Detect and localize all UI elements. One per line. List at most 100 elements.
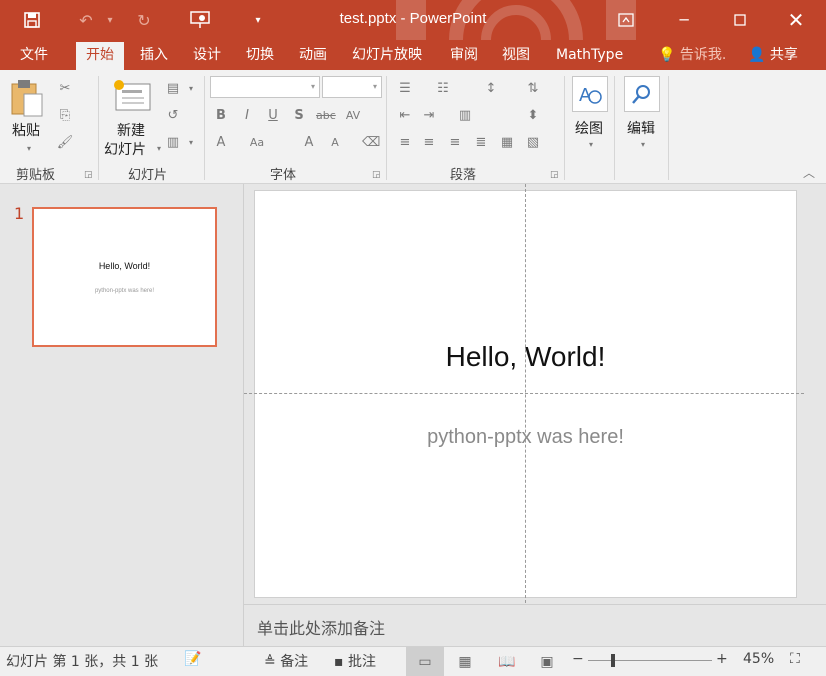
- tab-design[interactable]: 设计: [183, 40, 231, 70]
- thumbnail-title: Hello, World!: [98, 261, 151, 271]
- character-spacing-icon[interactable]: AV: [344, 107, 362, 125]
- comments-button[interactable]: ▪ 批注: [334, 651, 376, 671]
- new-slide-label-1[interactable]: 新建: [117, 120, 145, 140]
- tab-animations[interactable]: 动画: [289, 40, 337, 70]
- decrease-indent-icon[interactable]: ⇤: [396, 107, 414, 125]
- paste-dropdown-icon[interactable]: ▾: [20, 140, 38, 158]
- group-divider: [564, 76, 565, 180]
- normal-view-icon[interactable]: ▭: [406, 647, 444, 676]
- paste-icon[interactable]: [10, 78, 44, 122]
- reset-icon[interactable]: ↺: [164, 107, 182, 125]
- paragraph-launcher-icon[interactable]: ◲: [550, 170, 559, 180]
- new-slide-icon[interactable]: [112, 78, 152, 116]
- slide-sorter-icon[interactable]: ▦: [446, 647, 484, 676]
- horizontal-guide[interactable]: [244, 393, 804, 394]
- section-icon[interactable]: ▥: [164, 134, 182, 152]
- numbering-icon[interactable]: ☷: [434, 80, 452, 98]
- svg-text:A: A: [579, 85, 592, 106]
- font-launcher-icon[interactable]: ◲: [372, 170, 381, 180]
- ribbon-display-options-icon[interactable]: [598, 0, 654, 40]
- group-divider: [386, 76, 387, 180]
- format-painter-icon[interactable]: 🖌: [56, 134, 74, 152]
- share-label: 共享: [769, 47, 798, 63]
- shadow-icon[interactable]: S: [290, 107, 308, 125]
- drawing-label[interactable]: 绘图: [575, 118, 603, 138]
- increase-indent-icon[interactable]: ⇥: [420, 107, 438, 125]
- notes-icon: ≜: [264, 654, 276, 670]
- reading-view-icon[interactable]: 📖: [488, 647, 526, 676]
- comments-label: 批注: [347, 654, 376, 670]
- zoom-slider-track[interactable]: [588, 660, 712, 661]
- layout-dropdown-icon[interactable]: ▾: [182, 80, 200, 98]
- new-slide-label-2[interactable]: 幻灯片: [104, 139, 146, 159]
- cut-icon[interactable]: ✂: [56, 80, 74, 98]
- zoom-level[interactable]: 45%: [743, 651, 774, 667]
- font-name-combo[interactable]: ▾: [210, 76, 320, 98]
- strikethrough-icon[interactable]: abc: [316, 107, 336, 125]
- font-color-icon[interactable]: A: [212, 134, 230, 152]
- search-icon[interactable]: [624, 76, 660, 112]
- align-center-icon[interactable]: ≡: [420, 134, 438, 152]
- editing-dropdown-icon[interactable]: ▾: [634, 136, 652, 154]
- tab-review[interactable]: 审阅: [440, 40, 488, 70]
- change-case-icon[interactable]: Aa: [248, 134, 266, 152]
- font-size-dropdown-icon[interactable]: ▾: [369, 77, 381, 97]
- thumbnail-subtitle: python-pptx was here!: [94, 288, 155, 294]
- bullets-icon[interactable]: ☰: [396, 80, 414, 98]
- underline-icon[interactable]: U: [264, 107, 282, 125]
- minimize-icon[interactable]: ─: [656, 0, 712, 40]
- text-direction-icon[interactable]: ⇅: [524, 80, 542, 98]
- italic-icon[interactable]: I: [238, 107, 256, 125]
- clipboard-launcher-icon[interactable]: ◲: [84, 170, 93, 180]
- align-right-icon[interactable]: ≡: [446, 134, 464, 152]
- close-icon[interactable]: ✕: [768, 0, 824, 40]
- maximize-icon[interactable]: [712, 0, 768, 40]
- tab-file[interactable]: 文件: [10, 40, 58, 70]
- bold-icon[interactable]: B: [212, 107, 230, 125]
- editing-label[interactable]: 编辑: [627, 118, 655, 138]
- font-size-combo[interactable]: ▾: [322, 76, 382, 98]
- tab-view[interactable]: 视图: [492, 40, 540, 70]
- align-text-icon[interactable]: ⬍: [524, 107, 542, 125]
- thumbnail-number: 1: [14, 204, 25, 223]
- decrease-font-icon[interactable]: A: [326, 134, 344, 152]
- status-bar: 幻灯片 第 1 张，共 1 张 📝 ≜ 备注 ▪ 批注 ▭ ▦ 📖 ▣ − + …: [0, 646, 826, 676]
- clear-formatting-icon[interactable]: ⌫: [362, 134, 380, 152]
- tab-transitions[interactable]: 切换: [236, 40, 284, 70]
- slideshow-view-icon[interactable]: ▣: [528, 647, 566, 676]
- zoom-slider-thumb[interactable]: [611, 654, 615, 667]
- align-left-icon[interactable]: ≡: [396, 134, 414, 152]
- collapse-ribbon-icon[interactable]: ︿: [800, 164, 818, 182]
- columns-icon[interactable]: ▥: [456, 107, 474, 125]
- tab-insert[interactable]: 插入: [130, 40, 178, 70]
- drawing-dropdown-icon[interactable]: ▾: [582, 136, 600, 154]
- increase-font-icon[interactable]: A: [300, 134, 318, 152]
- notes-label: 备注: [280, 654, 309, 670]
- section-dropdown-icon[interactable]: ▾: [182, 134, 200, 152]
- fit-to-window-icon[interactable]: ⛶: [790, 651, 800, 667]
- line-spacing-icon[interactable]: ↕: [482, 80, 500, 98]
- group-divider: [204, 76, 205, 180]
- comment-icon: ▪: [334, 654, 344, 670]
- tab-slide-show[interactable]: 幻灯片放映: [342, 40, 432, 70]
- notes-button[interactable]: ≜ 备注: [264, 651, 308, 671]
- slide-thumbnail[interactable]: Hello, World! python-pptx was here!: [32, 207, 217, 347]
- zoom-in-icon[interactable]: +: [716, 651, 728, 667]
- tab-home[interactable]: 开始: [76, 42, 124, 70]
- spell-check-icon[interactable]: 📝: [184, 651, 201, 667]
- copy-icon[interactable]: ⎘: [56, 107, 74, 125]
- tab-mathtype[interactable]: MathType: [546, 40, 633, 70]
- share-button[interactable]: 👤 共享: [738, 40, 808, 70]
- paste-label[interactable]: 粘贴: [12, 120, 40, 140]
- distributed-icon[interactable]: ▦: [498, 134, 516, 152]
- smartart-icon[interactable]: ▧: [524, 134, 542, 152]
- zoom-out-icon[interactable]: −: [572, 651, 584, 667]
- justify-icon[interactable]: ≣: [472, 134, 490, 152]
- notes-placeholder[interactable]: 单击此处添加备注: [257, 615, 385, 639]
- notes-pane[interactable]: 单击此处添加备注: [244, 604, 826, 647]
- group-divider: [614, 76, 615, 180]
- layout-icon[interactable]: ▤: [164, 80, 182, 98]
- tell-me-box[interactable]: 💡 告诉我.: [648, 40, 736, 70]
- drawing-icon[interactable]: A: [572, 76, 608, 112]
- font-name-dropdown-icon[interactable]: ▾: [307, 77, 319, 97]
